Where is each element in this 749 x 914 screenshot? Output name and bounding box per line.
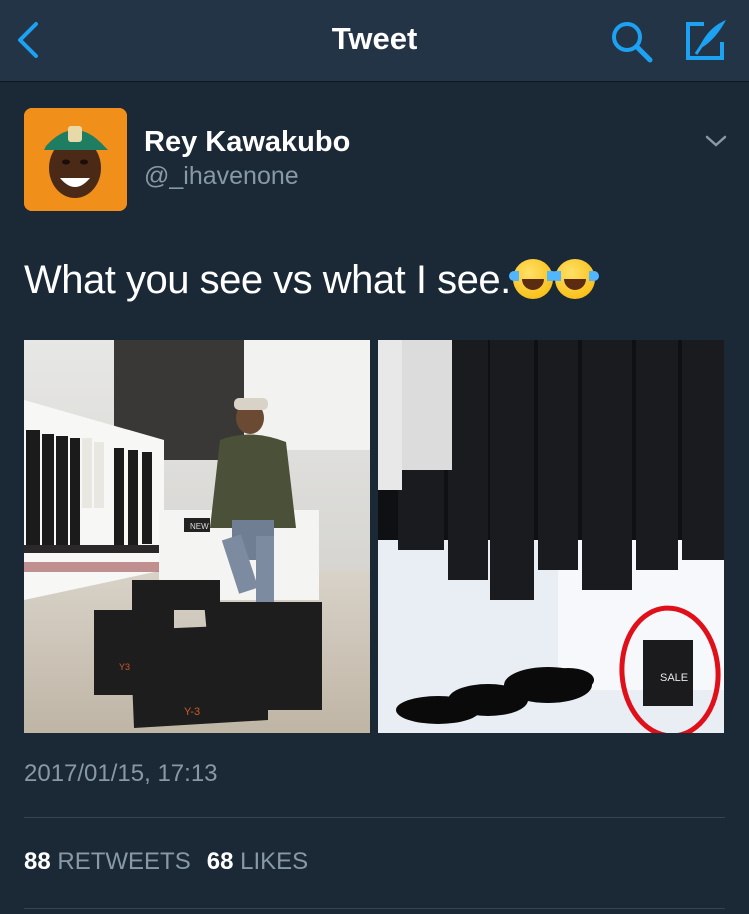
chevron-down-icon[interactable] (704, 132, 728, 150)
svg-text:Y-3: Y-3 (184, 706, 200, 718)
likes-stat[interactable]: 68 LIKES (207, 848, 308, 875)
retweets-label: RETWEETS (57, 848, 191, 875)
avatar-image (24, 108, 127, 211)
author-handle[interactable]: @_ihavenone (144, 162, 299, 191)
tweet-timestamp: 2017/01/15, 17:13 (24, 760, 218, 787)
compose-icon[interactable] (682, 16, 730, 64)
likes-count: 68 (206, 848, 234, 875)
tweet-photo-left[interactable]: NEW Y-3 Y3 (24, 340, 370, 733)
retweets-stat[interactable]: 88 RETWEETS (24, 848, 191, 875)
tweet-photo-right[interactable]: SALE (378, 340, 724, 733)
svg-text:Y3: Y3 (119, 662, 130, 672)
engagement-stats: 88 RETWEETS 68 LIKES (24, 848, 308, 876)
svg-text:SALE: SALE (660, 672, 688, 684)
divider (24, 817, 725, 818)
laughing-emoji-icon (508, 259, 557, 299)
avatar[interactable] (24, 108, 127, 211)
likes-label: LIKES (240, 848, 309, 875)
laughing-emoji-icon (550, 259, 599, 299)
svg-text:NEW: NEW (190, 522, 209, 531)
tweet-text-body: What you see vs what I see. (24, 258, 511, 302)
search-icon[interactable] (608, 18, 654, 64)
sale-rack-photo: SALE (378, 340, 724, 733)
retweets-count: 88 (24, 848, 51, 875)
tweet-detail: Rey Kawakubo @_ihavenone What you see vs… (0, 82, 749, 914)
divider (24, 908, 725, 909)
store-photo: NEW Y-3 Y3 (24, 340, 370, 733)
tweet-text: What you see vs what I see. (24, 258, 599, 303)
author-name[interactable]: Rey Kawakubo (144, 126, 350, 159)
top-nav-bar: Tweet (0, 0, 749, 82)
